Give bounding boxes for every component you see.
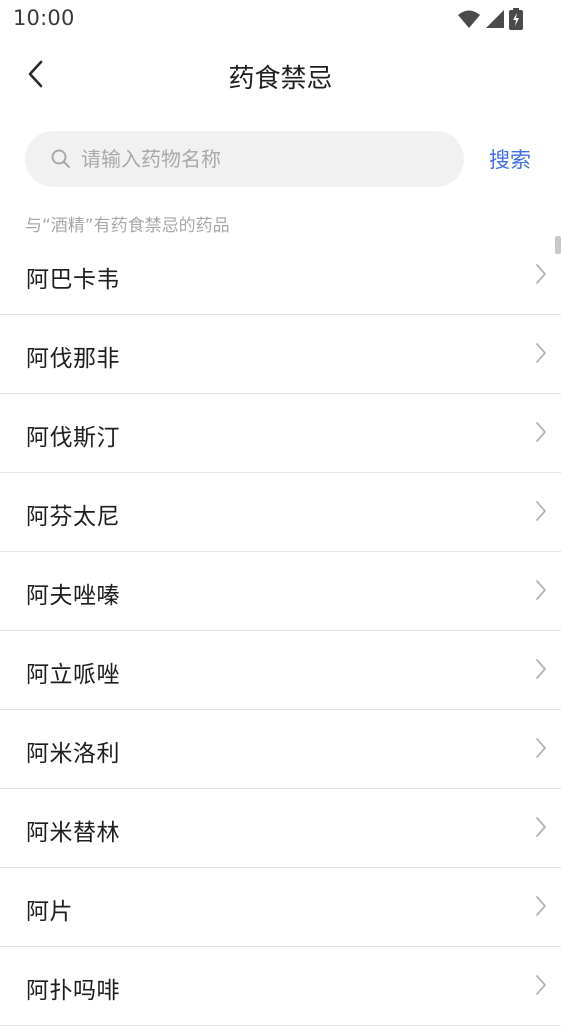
- status-bar: 10:00: [0, 0, 561, 38]
- list-item[interactable]: 阿伐那非: [0, 315, 561, 394]
- chevron-right-icon: [536, 817, 546, 837]
- chevron-right-icon: [536, 422, 546, 442]
- status-icons: [457, 8, 523, 34]
- search-icon: [51, 149, 71, 169]
- chevron-right-icon: [536, 501, 546, 521]
- list-item[interactable]: 阿立哌唑: [0, 631, 561, 710]
- page-title: 药食禁忌: [228, 64, 333, 94]
- list-item[interactable]: 阿扑吗啡: [0, 947, 561, 1026]
- list-item[interactable]: 阿芬太尼: [0, 473, 561, 552]
- chevron-right-icon: [536, 738, 546, 758]
- drug-name: 阿伐那非: [26, 346, 120, 372]
- chevron-right-icon: [536, 580, 546, 600]
- search-row: 搜索: [0, 131, 561, 187]
- section-caption: 与“酒精”有药食禁忌的药品: [25, 216, 230, 236]
- drug-list: 阿巴卡韦 阿伐那非 阿伐斯汀 阿芬太尼 阿夫唑嗪 阿立哌唑 阿米洛利 阿米替林 …: [0, 236, 561, 1026]
- search-input[interactable]: [79, 146, 443, 172]
- list-item[interactable]: 阿米洛利: [0, 710, 561, 789]
- battery-charging-icon: [509, 8, 523, 34]
- chevron-right-icon: [536, 896, 546, 916]
- list-item[interactable]: 阿伐斯汀: [0, 394, 561, 473]
- wifi-icon: [457, 9, 481, 33]
- list-item[interactable]: 阿夫唑嗪: [0, 552, 561, 631]
- search-box[interactable]: [25, 131, 464, 187]
- cellular-signal-icon: [485, 9, 505, 33]
- chevron-right-icon: [536, 264, 546, 284]
- drug-name: 阿米洛利: [26, 741, 120, 767]
- list-item[interactable]: 阿巴卡韦: [0, 236, 561, 315]
- drug-name: 阿米替林: [26, 820, 120, 846]
- drug-name: 阿巴卡韦: [26, 267, 120, 293]
- search-button[interactable]: 搜索: [489, 144, 531, 174]
- list-item[interactable]: 阿米替林: [0, 789, 561, 868]
- status-time: 10:00: [13, 6, 75, 30]
- drug-name: 阿芬太尼: [26, 504, 120, 530]
- chevron-right-icon: [536, 975, 546, 995]
- drug-name: 阿片: [26, 899, 73, 925]
- drug-name: 阿扑吗啡: [26, 978, 120, 1004]
- drug-name: 阿伐斯汀: [26, 425, 120, 451]
- chevron-right-icon: [536, 659, 546, 679]
- chevron-right-icon: [536, 343, 546, 363]
- list-item[interactable]: 阿片: [0, 868, 561, 947]
- drug-name: 阿立哌唑: [26, 662, 120, 688]
- drug-name: 阿夫唑嗪: [26, 583, 120, 609]
- nav-bar: 药食禁忌: [0, 38, 561, 114]
